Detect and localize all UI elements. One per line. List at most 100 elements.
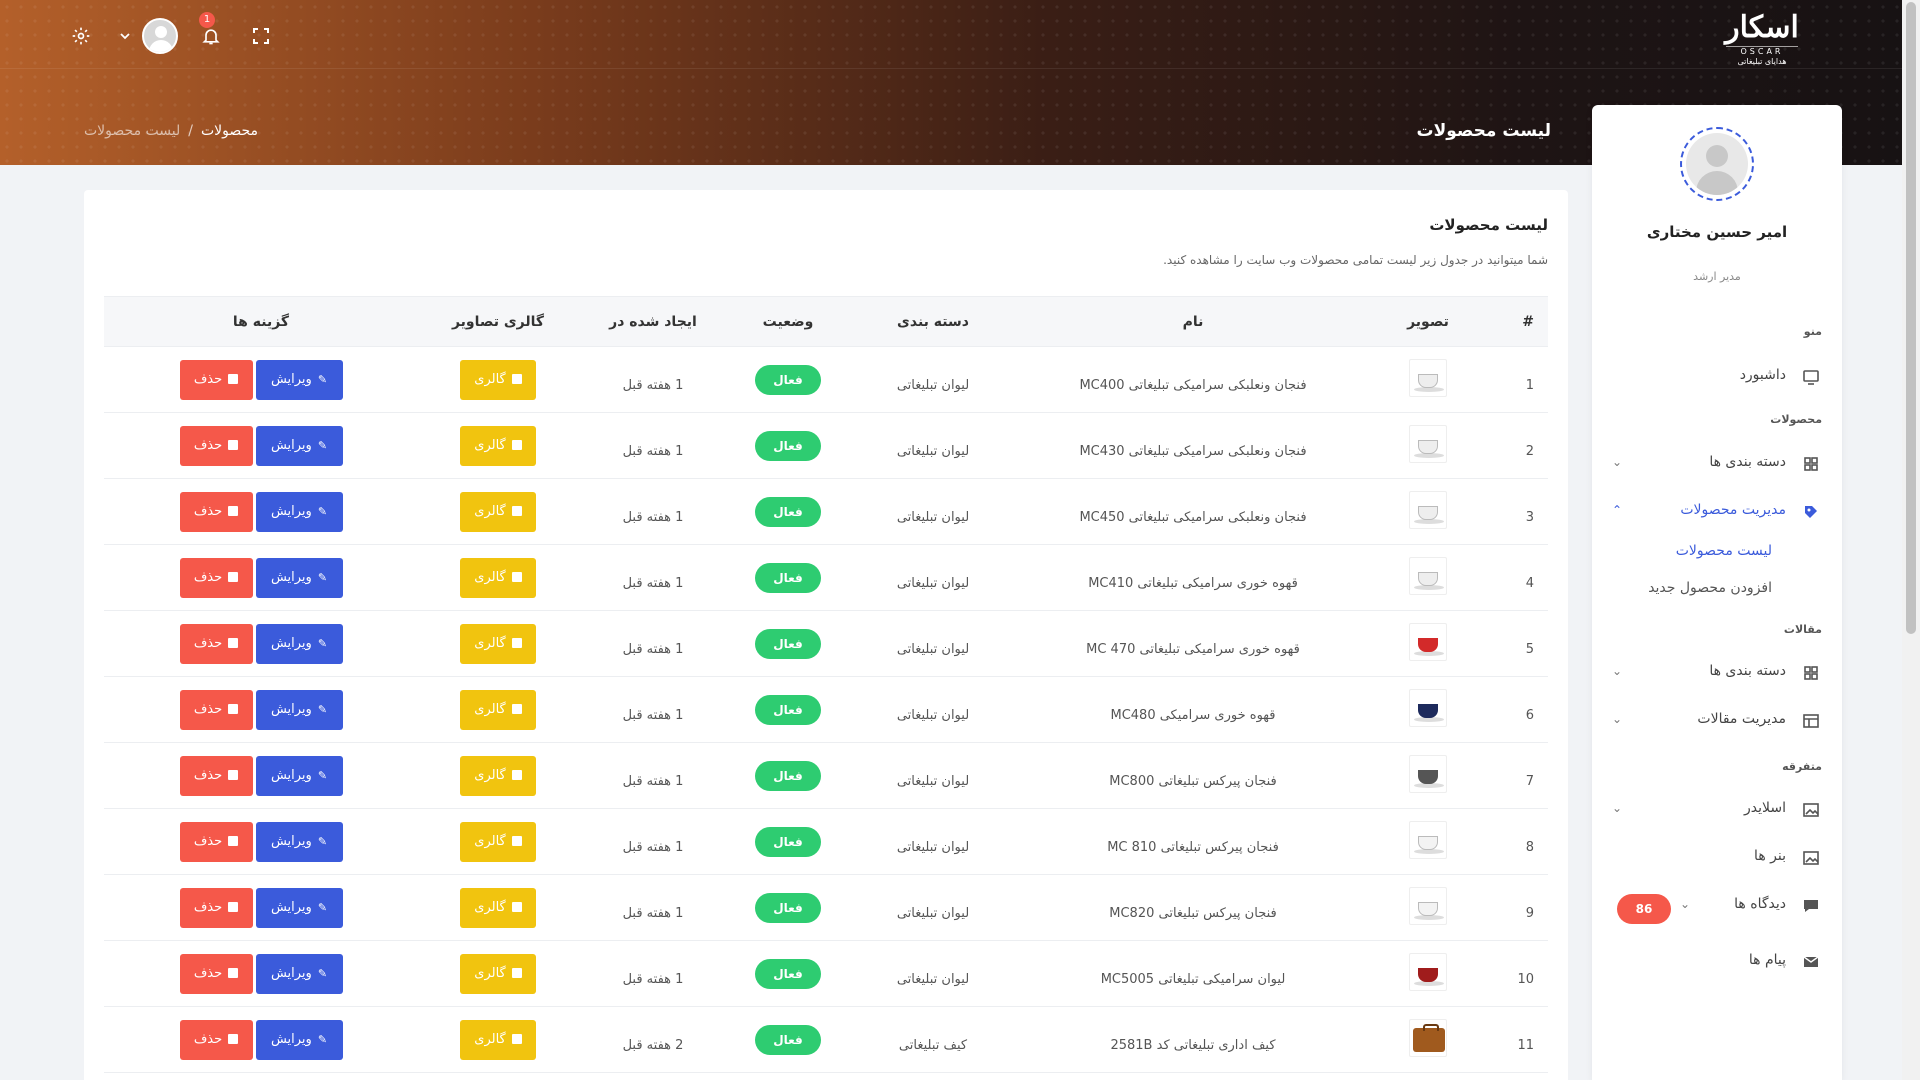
sidebar-item-product-management[interactable]: مدیریت محصولات ⌃ [1592, 497, 1842, 527]
product-thumbnail[interactable] [1409, 358, 1447, 397]
delete-button[interactable]: حذف [179, 359, 253, 400]
table-row: 3 فنجان ونعلبکی سرامیکی تبلیغاتی MC450 لیو… [104, 478, 1548, 545]
fullscreen-icon[interactable] [250, 25, 272, 47]
user-avatar[interactable] [142, 18, 178, 54]
sidebar-item-slider[interactable]: اسلایدر ⌄ [1592, 795, 1842, 825]
product-thumbnail-cell [1368, 478, 1488, 545]
product-category: لیوان تبلیغاتی [848, 346, 1018, 413]
gallery-cell: گالری [418, 412, 578, 479]
sidebar-item-product-categories[interactable]: دسته بندی ها ⌄ [1592, 449, 1842, 479]
created-date: 1 هفته قبل [578, 940, 728, 1007]
edit-button[interactable]: ✎ ویرایش [255, 425, 343, 466]
delete-button[interactable]: حذف [179, 1019, 253, 1060]
edit-button[interactable]: ✎ ویرایش [255, 557, 343, 598]
sidebar-subitem-add-product[interactable]: افزودن محصول جدید [1648, 580, 1772, 596]
options-cell: ✎ ویرایش حذف [104, 742, 418, 809]
pencil-icon: ✎ [317, 768, 328, 782]
table-icon [1802, 712, 1820, 730]
chevron-down-icon: ⌄ [1612, 801, 1623, 815]
created-date: 2 هفته قبل [578, 1006, 728, 1073]
section-articles: مقالات [1783, 623, 1822, 636]
delete-button[interactable]: حذف [179, 491, 253, 532]
product-thumbnail[interactable] [1409, 1018, 1447, 1057]
product-thumbnail[interactable] [1409, 622, 1447, 661]
gallery-button[interactable]: گالری [460, 425, 536, 466]
delete-button[interactable]: حذف [179, 623, 253, 664]
sidebar-item-banners[interactable]: بنر ها [1592, 843, 1842, 873]
gallery-button[interactable]: گالری [460, 689, 536, 730]
delete-button[interactable]: حذف [179, 887, 253, 928]
delete-button[interactable]: حذف [179, 557, 253, 598]
delete-button[interactable]: حذف [179, 821, 253, 862]
sidebar-item-messages[interactable]: پیام ها [1592, 947, 1842, 977]
gallery-button[interactable]: گالری [460, 821, 536, 862]
sidebar-item-dashboard[interactable]: داشبورد [1592, 362, 1842, 392]
sidebar: امیر حسین مختاری مدیر ارشد منو داشبورد م… [1592, 105, 1842, 1080]
product-category: لیوان تبلیغاتی [848, 742, 1018, 809]
sidebar-item-label: مدیریت مقالات [1697, 711, 1786, 727]
page-scrollbar[interactable] [1902, 0, 1920, 1080]
gallery-button[interactable]: گالری [460, 755, 536, 796]
gallery-button[interactable]: گالری [460, 953, 536, 994]
product-thumbnail[interactable] [1409, 820, 1447, 859]
gallery-button-label: گالری [474, 899, 506, 915]
sidebar-item-comments[interactable]: دیدگاه ها ⌄ 86 [1592, 891, 1842, 924]
delete-button[interactable]: حذف [179, 953, 253, 994]
column-header-num: # [1488, 296, 1548, 347]
edit-button[interactable]: ✎ ویرایش [255, 755, 343, 796]
product-thumbnail[interactable] [1409, 490, 1447, 529]
chevron-down-icon[interactable] [114, 25, 136, 47]
product-category: لیوان تبلیغاتی [848, 610, 1018, 677]
options-cell: ✎ ویرایش حذف [104, 808, 418, 875]
delete-button[interactable]: حذف [179, 425, 253, 466]
product-thumbnail[interactable] [1409, 754, 1447, 793]
gallery-button[interactable]: گالری [460, 887, 536, 928]
product-thumbnail[interactable] [1409, 424, 1447, 463]
edit-button[interactable]: ✎ ویرایش [255, 359, 343, 400]
product-thumbnail[interactable] [1409, 688, 1447, 727]
delete-button-label: حذف [193, 1031, 223, 1047]
edit-button-label: ویرایش [270, 767, 312, 783]
edit-button[interactable]: ✎ ویرایش [255, 689, 343, 730]
edit-button[interactable]: ✎ ویرایش [255, 953, 343, 994]
table-row: 11 کیف اداری تبلیغاتی کد 2581B کیف تبلیغات… [104, 1006, 1548, 1073]
scrollbar-thumb[interactable] [1906, 2, 1916, 634]
table-row: 7 فنجان پیرکس تبلیغاتی MC800 لیوان تبلیغات… [104, 742, 1548, 809]
edit-button[interactable]: ✎ ویرایش [255, 1019, 343, 1060]
page-title: لیست محصولات [1416, 121, 1551, 141]
section-products: محصولات [1770, 413, 1822, 426]
delete-button[interactable]: حذف [179, 755, 253, 796]
delete-button[interactable]: حذف [179, 689, 253, 730]
gallery-button[interactable]: گالری [460, 491, 536, 532]
product-name: فنجان ونعلبکی سرامیکی تبلیغاتی MC450 [1018, 478, 1368, 545]
product-thumbnail-cell [1368, 940, 1488, 1007]
product-thumbnail[interactable] [1409, 886, 1447, 925]
gear-icon[interactable] [70, 25, 92, 47]
gallery-button[interactable]: گالری [460, 1019, 536, 1060]
edit-button[interactable]: ✎ ویرایش [255, 821, 343, 862]
product-name: قهوه خوری سرامیکی تبلیغاتی MC410 [1018, 544, 1368, 611]
site-logo[interactable]: اسکار OSCAR هدایای تبلیغاتی [1720, 10, 1804, 66]
table-row: 4 قهوه خوری سرامیکی تبلیغاتی MC410 لیوان ت… [104, 544, 1548, 611]
sidebar-item-article-categories[interactable]: دسته بندی ها ⌄ [1592, 658, 1842, 688]
gallery-button[interactable]: گالری [460, 359, 536, 400]
image-icon [511, 703, 522, 714]
sidebar-item-article-management[interactable]: مدیریت مقالات ⌄ [1592, 706, 1842, 736]
bell-icon[interactable] [200, 25, 222, 47]
edit-button[interactable]: ✎ ویرایش [255, 623, 343, 664]
table-row: 10 لیوان سرامیکی تبلیغاتی MC5005 لیوان تبل… [104, 940, 1548, 1007]
product-thumbnail[interactable] [1409, 952, 1447, 991]
product-thumbnail[interactable] [1409, 556, 1447, 595]
sidebar-subitem-product-list[interactable]: لیست محصولات [1676, 543, 1772, 559]
gallery-button[interactable]: گالری [460, 557, 536, 598]
edit-button[interactable]: ✎ ویرایش [255, 887, 343, 928]
logo-sub: OSCAR [1726, 46, 1798, 57]
image-icon [1802, 849, 1820, 867]
profile-avatar[interactable] [1680, 127, 1754, 201]
options-cell: ✎ ویرایش حذف [104, 940, 418, 1007]
edit-button[interactable]: ✎ ویرایش [255, 491, 343, 532]
breadcrumb-parent[interactable]: محصولات [201, 123, 258, 139]
gallery-button[interactable]: گالری [460, 623, 536, 664]
gallery-button-label: گالری [474, 437, 506, 453]
product-thumbnail-cell [1368, 1006, 1488, 1073]
